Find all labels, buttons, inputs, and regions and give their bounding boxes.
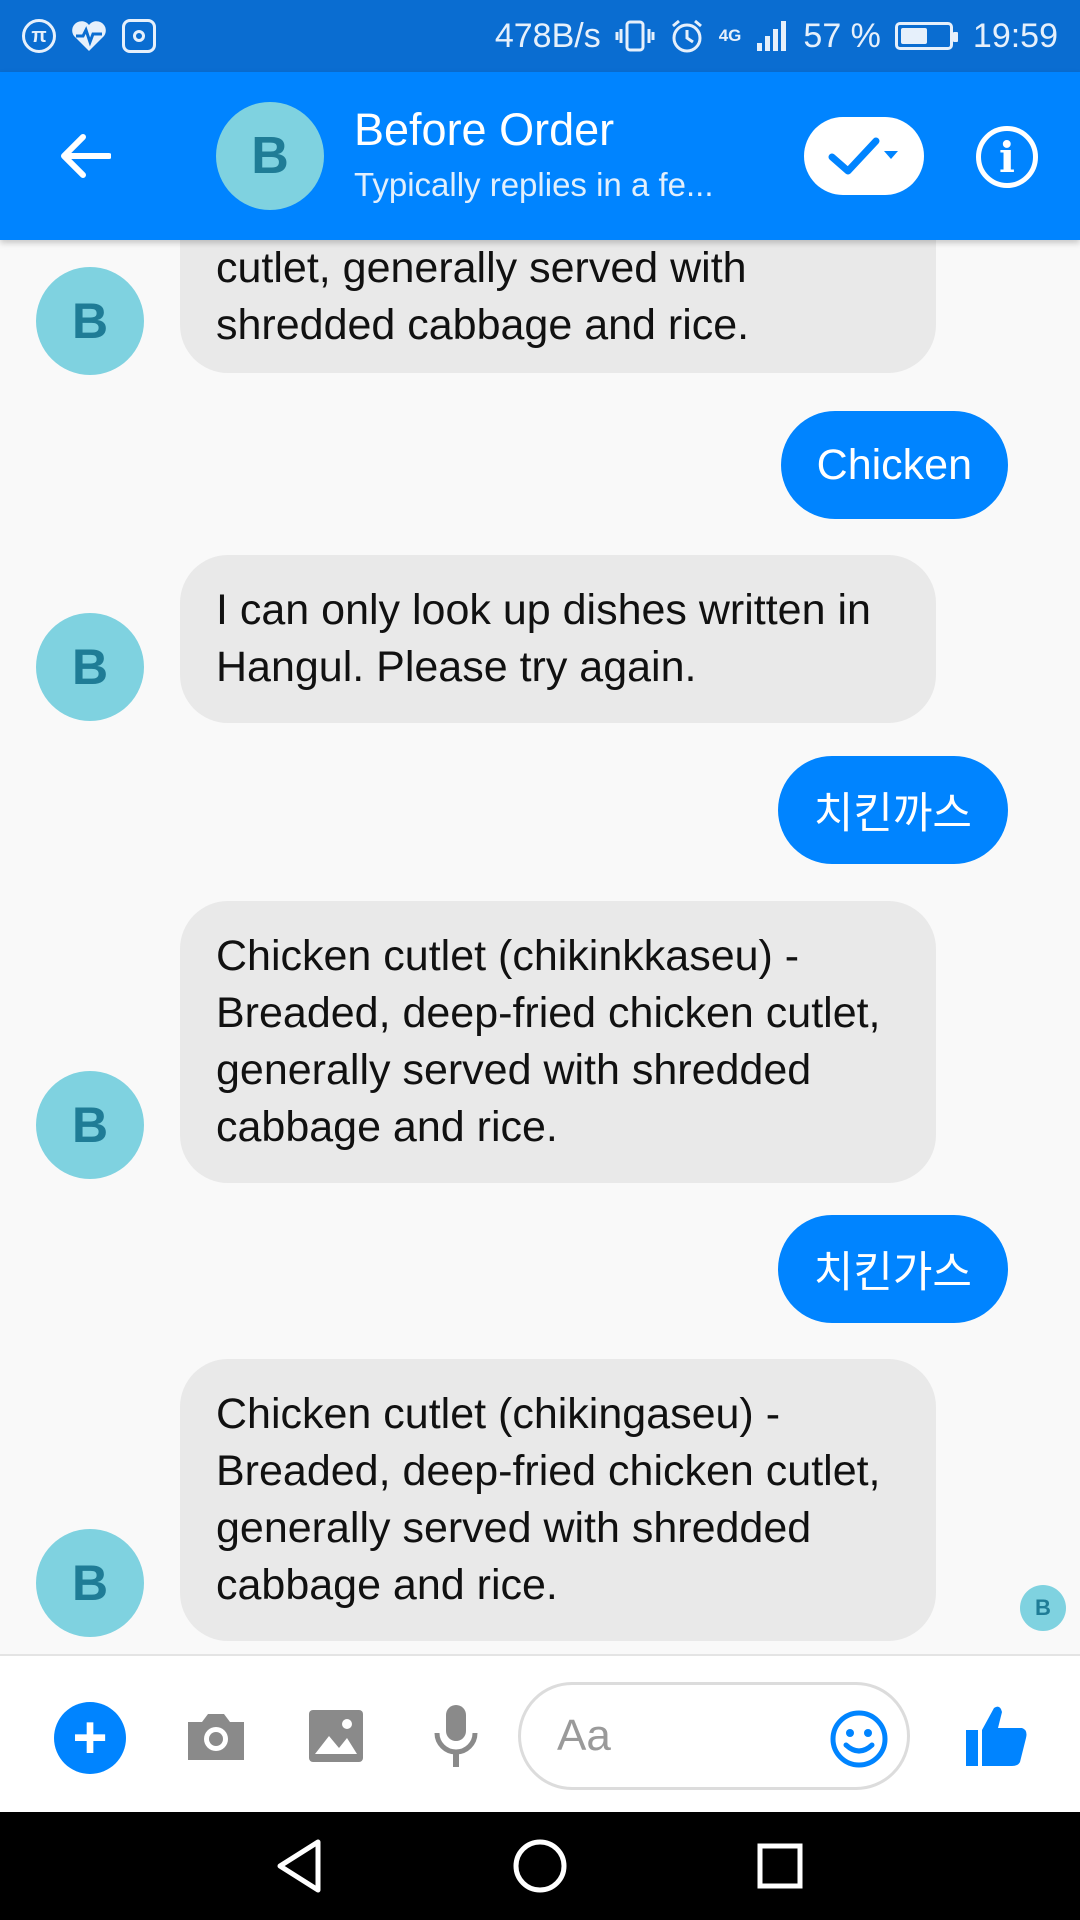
message-bubble-user[interactable]: 치킨까스: [777, 756, 1008, 864]
checkmark-dropdown-icon: [828, 137, 898, 175]
header-text[interactable]: Before Order Typically replies in a fe..…: [354, 102, 714, 210]
info-icon[interactable]: i: [976, 126, 1038, 188]
emoji-icon[interactable]: [829, 1709, 889, 1769]
clock: 19:59: [972, 16, 1058, 55]
message-bubble-bot[interactable]: Chicken cutlet (chikinkkaseu) - Breaded,…: [180, 901, 936, 1183]
bot-avatar[interactable]: B: [36, 1071, 144, 1179]
message-bubble-bot[interactable]: I can only look up dishes written in Han…: [180, 555, 936, 723]
header-avatar[interactable]: B: [216, 102, 324, 210]
back-arrow-icon: [61, 134, 111, 178]
nav-recents-icon[interactable]: [748, 1834, 812, 1898]
network-type: 4G: [718, 26, 742, 45]
bot-avatar[interactable]: B: [36, 267, 144, 375]
gallery-icon[interactable]: [300, 1700, 372, 1772]
message-bubble-bot[interactable]: Chicken cutlet (chikingaseu) - Breaded, …: [180, 1359, 936, 1641]
pi-icon: π: [22, 19, 56, 53]
conversation-header: B Before Order Typically replies in a fe…: [0, 72, 1080, 240]
alarm-icon: [671, 19, 702, 53]
system-nav-bar: [0, 1812, 1080, 1920]
status-left-icons: π: [22, 19, 156, 53]
heart-pulse-icon: [72, 21, 106, 51]
status-right: 478B/s 4G 57 % 19:59: [495, 17, 1058, 56]
message-bubble-bot[interactable]: cutlet, generally served with shredded c…: [180, 240, 936, 373]
signal-icon: [757, 21, 787, 51]
message-bubble-user[interactable]: 치킨가스: [777, 1215, 1008, 1323]
status-bar: π 478B/s 4G 57 % 19:59: [0, 0, 1080, 72]
nav-back-icon[interactable]: [268, 1834, 332, 1898]
message-bubble-user[interactable]: Chicken: [780, 411, 1008, 519]
nav-home-icon[interactable]: [508, 1834, 572, 1898]
microphone-icon[interactable]: [420, 1700, 492, 1772]
instagram-icon: [122, 19, 156, 53]
seen-indicator-avatar: B: [1020, 1585, 1066, 1631]
vibrate-icon: [615, 20, 655, 52]
message-list[interactable]: cutlet, generally served with shredded c…: [0, 240, 1080, 1654]
message-input-placeholder: Aa: [557, 1711, 611, 1760]
battery-icon: [894, 22, 958, 50]
mark-done-button[interactable]: [804, 117, 924, 195]
network-speed: 478B/s: [494, 16, 601, 55]
message-input[interactable]: Aa: [518, 1682, 910, 1790]
thumbs-up-icon[interactable]: [960, 1700, 1032, 1772]
plus-icon[interactable]: +: [54, 1702, 126, 1774]
conversation-subtitle: Typically replies in a fe...: [354, 166, 714, 203]
bot-avatar[interactable]: B: [36, 1529, 144, 1637]
bot-avatar[interactable]: B: [36, 613, 144, 721]
back-button[interactable]: [0, 72, 170, 240]
camera-icon[interactable]: [180, 1700, 252, 1772]
conversation-title: Before Order: [354, 104, 615, 155]
battery-percent: 57 %: [803, 16, 881, 55]
composer-bar: + Aa: [0, 1654, 1080, 1812]
